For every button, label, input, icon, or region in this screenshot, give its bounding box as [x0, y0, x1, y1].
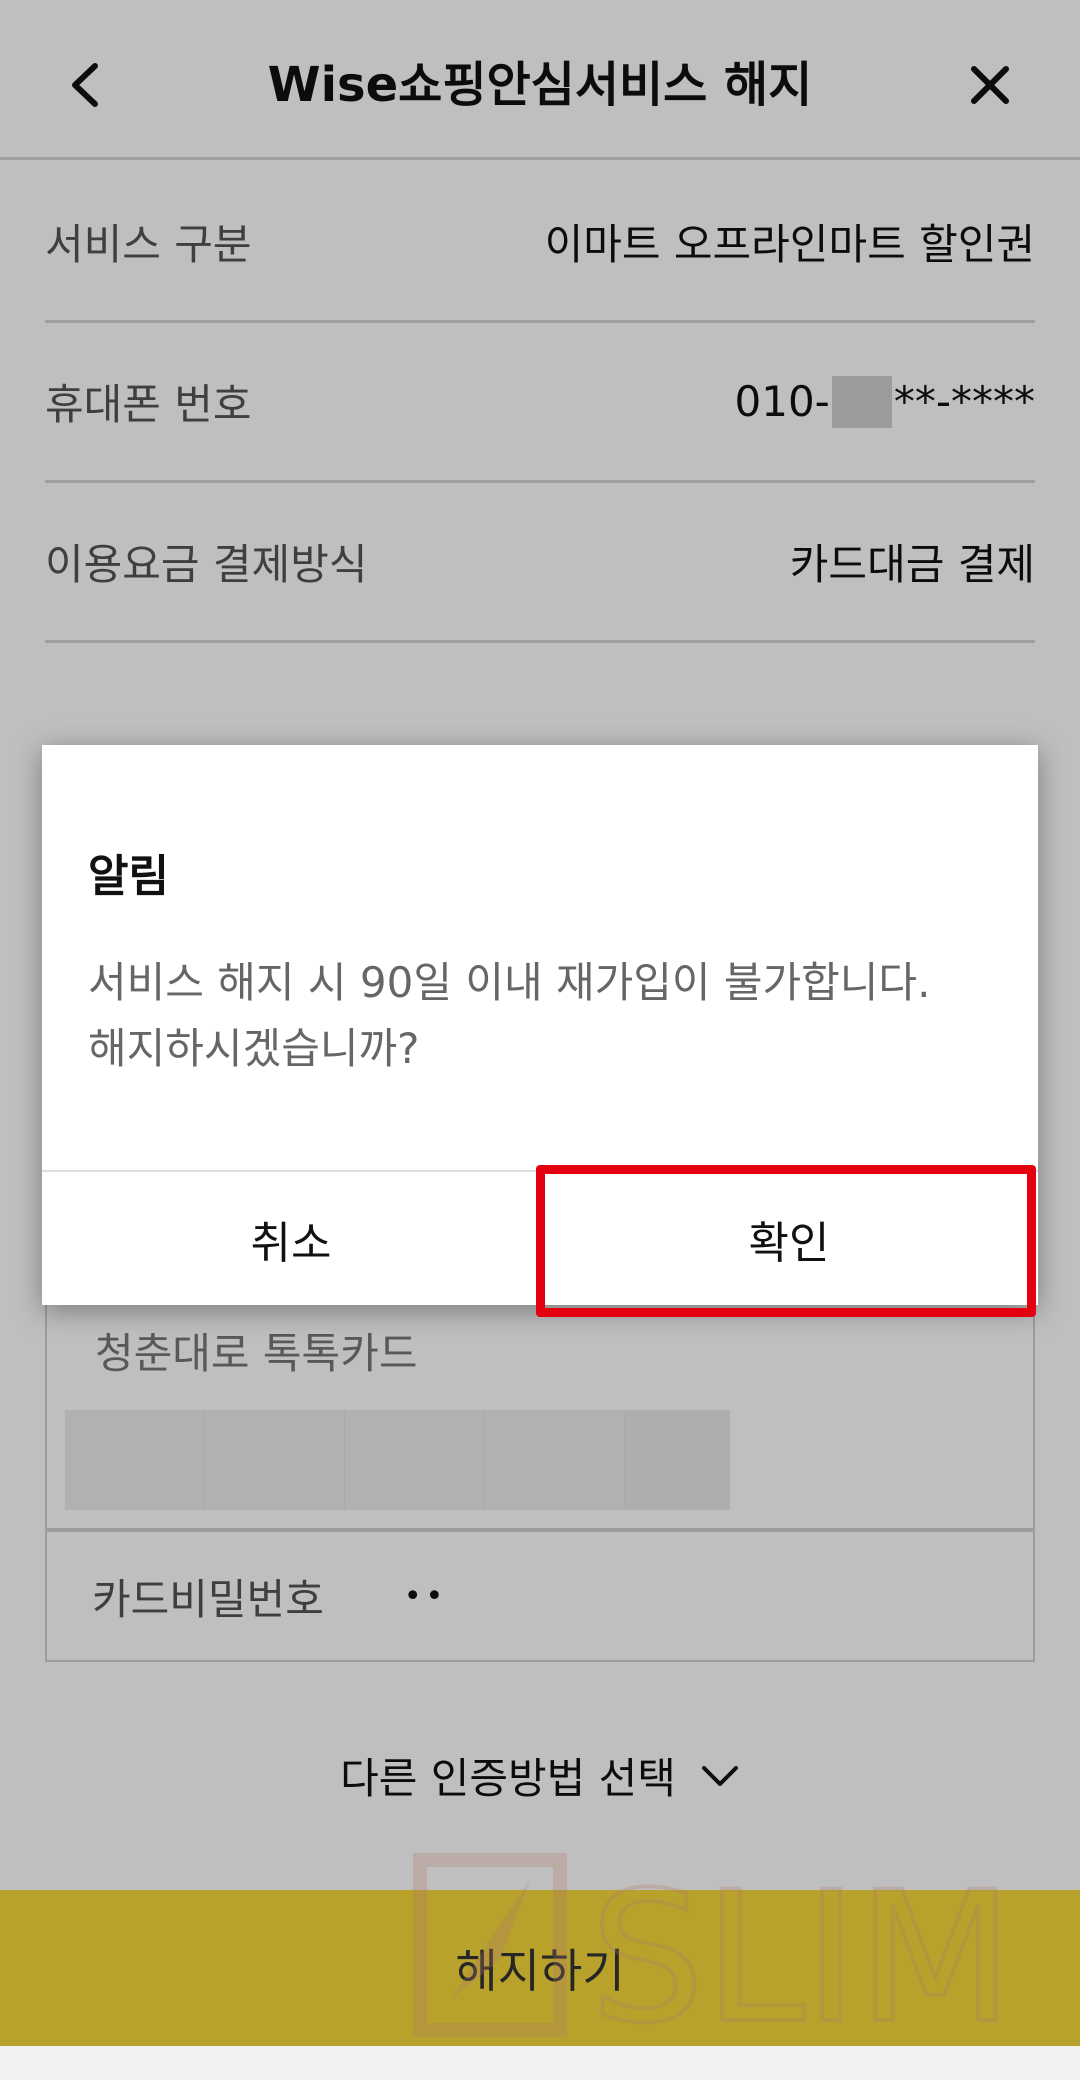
dialog-confirm-label: 확인: [748, 1217, 830, 1269]
dialog-message: 서비스 해지 시 90일 이내 재가입이 불가합니다. 해지하시겠습니까?: [88, 958, 931, 1073]
alert-dialog: 알림 서비스 해지 시 90일 이내 재가입이 불가합니다. 해지하시겠습니까?…: [42, 745, 1038, 1305]
bottom-strip: [0, 2046, 1080, 2080]
dialog-cancel-button[interactable]: 취소: [42, 1172, 540, 1305]
dialog-title: 알림: [88, 851, 169, 902]
page: Wise쇼핑안심서비스 해지 서비스 구분 이마트 오프라인마트 할인권 휴대폰…: [0, 0, 1080, 2080]
dialog-confirm-button[interactable]: 확인: [540, 1172, 1038, 1305]
dialog-cancel-label: 취소: [250, 1217, 332, 1269]
